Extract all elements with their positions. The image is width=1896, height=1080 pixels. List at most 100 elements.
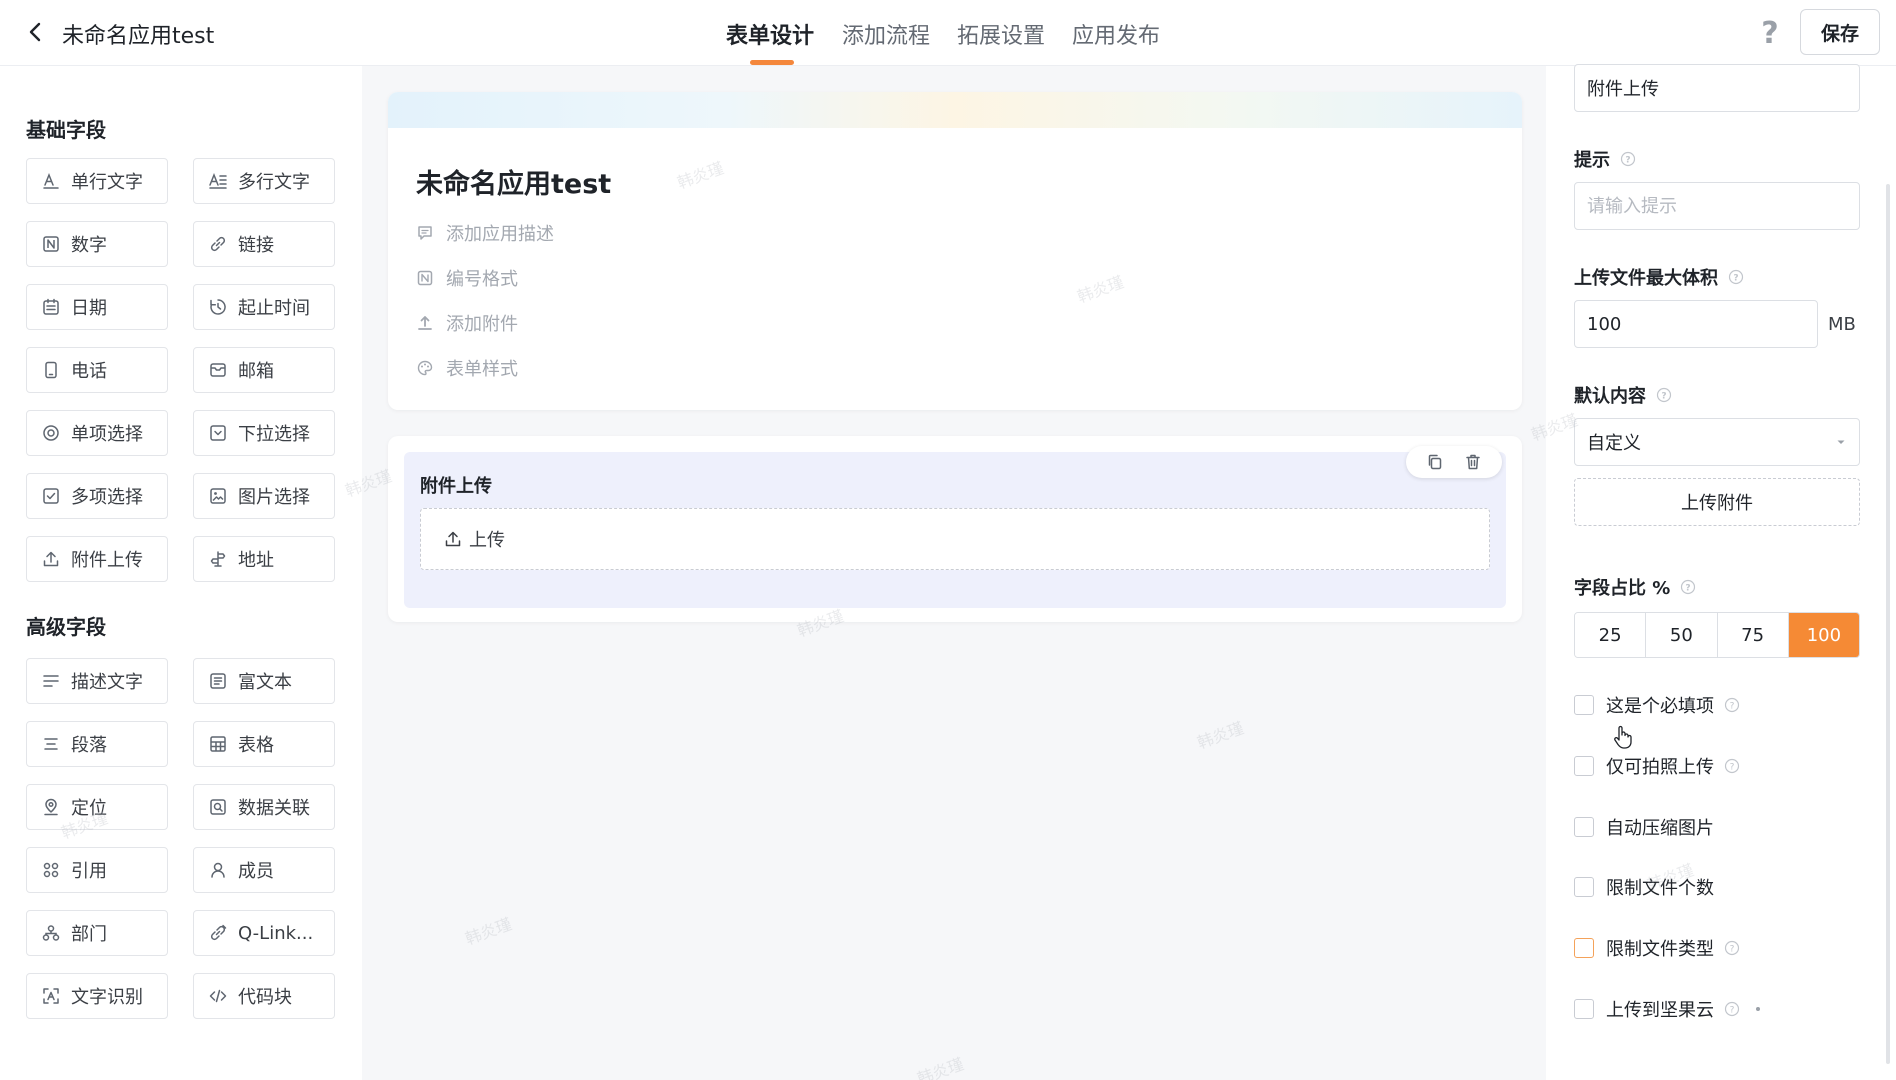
text-single-icon <box>41 171 61 191</box>
question-mark-icon[interactable]: ? <box>1724 1001 1740 1017</box>
field-dropdown-select[interactable]: 下拉选择 <box>193 410 335 456</box>
reference-icon <box>41 860 61 880</box>
field-department[interactable]: 部门 <box>26 910 168 956</box>
field-action-toolbar <box>1406 446 1502 478</box>
limit-file-type-checkbox[interactable]: 限制文件类型 ? <box>1574 935 1740 961</box>
tab-extension-settings[interactable]: 拓展设置 <box>957 18 1045 50</box>
radio-icon <box>41 423 61 443</box>
field-data-association[interactable]: 数据关联 <box>193 784 335 830</box>
copy-icon[interactable] <box>1425 452 1445 472</box>
field-code-block[interactable]: 代码块 <box>193 973 335 1019</box>
number-format[interactable]: 编号格式 <box>416 265 518 291</box>
ocr-icon <box>41 986 61 1006</box>
svg-text:?: ? <box>1730 945 1735 955</box>
caret-down-icon <box>1835 436 1847 448</box>
save-button[interactable]: 保存 <box>1800 9 1880 55</box>
field-image-select[interactable]: 图片选择 <box>193 473 335 519</box>
question-mark-icon[interactable]: ? <box>1724 758 1740 774</box>
add-app-description[interactable]: 添加应用描述 <box>416 220 554 246</box>
field-address[interactable]: 地址 <box>193 536 335 582</box>
add-attachment[interactable]: 添加附件 <box>416 310 518 336</box>
max-size-input[interactable] <box>1574 300 1818 348</box>
svg-text:?: ? <box>1661 392 1666 402</box>
back-arrow-icon[interactable] <box>22 18 50 46</box>
field-member[interactable]: 成员 <box>193 847 335 893</box>
comment-icon <box>416 224 434 242</box>
delete-icon[interactable] <box>1463 452 1483 472</box>
upload-to-nutstore-checkbox[interactable]: 上传到坚果云 ? <box>1574 996 1760 1022</box>
status-dot <box>1756 1007 1760 1011</box>
field-location[interactable]: 定位 <box>26 784 168 830</box>
auto-compress-checkbox[interactable]: 自动压缩图片 <box>1574 814 1714 840</box>
rich-text-icon <box>208 671 228 691</box>
code-icon <box>208 986 228 1006</box>
ratio-option-50[interactable]: 50 <box>1646 613 1718 657</box>
camera-only-checkbox[interactable]: 仅可拍照上传 ? <box>1574 753 1740 779</box>
hint-input[interactable] <box>1574 182 1860 230</box>
checkbox-box[interactable] <box>1574 756 1594 776</box>
question-mark-icon[interactable]: ? <box>1656 387 1672 403</box>
limit-file-count-checkbox[interactable]: 限制文件个数 <box>1574 874 1714 900</box>
field-multi-select[interactable]: 多项选择 <box>26 473 168 519</box>
tab-form-design[interactable]: 表单设计 <box>726 18 814 50</box>
checkbox-box[interactable] <box>1574 877 1594 897</box>
department-icon <box>41 923 61 943</box>
field-single-select[interactable]: 单项选择 <box>26 410 168 456</box>
question-mark-icon[interactable]: ? <box>1728 269 1744 285</box>
properties-panel: 提示 ? 上传文件最大体积 ? 默认内容 ? 自定义 上传附件 字段占比 % ?… <box>1546 64 1896 1080</box>
selected-field-attachment[interactable]: 附件上传 上传 <box>404 446 1506 608</box>
ratio-option-25[interactable]: 25 <box>1575 613 1647 657</box>
field-paragraph[interactable]: 段落 <box>26 721 168 767</box>
field-reference[interactable]: 引用 <box>26 847 168 893</box>
question-mark-icon[interactable]: ? <box>1724 697 1740 713</box>
question-mark-icon[interactable]: ? <box>1724 940 1740 956</box>
tab-add-workflow[interactable]: 添加流程 <box>842 18 930 50</box>
form-title[interactable]: 未命名应用test <box>416 162 611 201</box>
properties-scrollbar[interactable] <box>1886 184 1890 1064</box>
upload-attachment-button[interactable]: 上传附件 <box>1574 478 1860 526</box>
form-style[interactable]: 表单样式 <box>416 355 518 381</box>
upload-dropzone[interactable]: 上传 <box>420 508 1490 570</box>
time-range-icon <box>208 297 228 317</box>
question-mark-icon[interactable]: ? <box>1680 579 1696 595</box>
field-ratio-segmented: 25 50 75 100 <box>1574 612 1860 658</box>
hint-label: 提示 ? <box>1574 146 1636 172</box>
field-ratio-label: 字段占比 % ? <box>1574 574 1696 600</box>
checkbox-box[interactable] <box>1574 938 1594 958</box>
tab-app-publish[interactable]: 应用发布 <box>1072 18 1160 50</box>
ratio-option-100[interactable]: 100 <box>1788 613 1859 657</box>
field-table[interactable]: 表格 <box>193 721 335 767</box>
ratio-option-75[interactable]: 75 <box>1717 613 1789 657</box>
field-time-range[interactable]: 起止时间 <box>193 284 335 330</box>
field-number[interactable]: 数字 <box>26 221 168 267</box>
field-description-text[interactable]: 描述文字 <box>26 658 168 704</box>
required-checkbox[interactable]: 这是个必填项 ? <box>1574 692 1740 718</box>
svg-text:?: ? <box>1730 763 1735 773</box>
max-size-label: 上传文件最大体积 ? <box>1574 264 1744 290</box>
field-rich-text[interactable]: 富文本 <box>193 658 335 704</box>
field-title-input[interactable] <box>1574 64 1860 112</box>
mail-icon <box>208 360 228 380</box>
form-canvas: 未命名应用test 添加应用描述 编号格式 添加附件 表单样式 附件上传 上传 <box>362 66 1546 1080</box>
member-icon <box>208 860 228 880</box>
field-attachment-upload[interactable]: 附件上传 <box>26 536 168 582</box>
advanced-fields-title: 高级字段 <box>26 615 106 639</box>
field-email[interactable]: 邮箱 <box>193 347 335 393</box>
link-icon <box>208 234 228 254</box>
hand-cursor-icon <box>1612 724 1634 750</box>
field-phone[interactable]: 电话 <box>26 347 168 393</box>
field-single-line-text[interactable]: 单行文字 <box>26 158 168 204</box>
default-content-select[interactable]: 自定义 <box>1574 418 1860 466</box>
field-text-recognition[interactable]: 文字识别 <box>26 973 168 1019</box>
field-palette: 基础字段 单行文字 多行文字 数字 链接 日期 起止时间 电话 邮箱 单项选择 <box>0 66 362 1080</box>
question-mark-icon[interactable]: ? <box>1620 151 1636 167</box>
help-icon[interactable]: ? <box>1756 16 1784 48</box>
field-q-link[interactable]: Q-Link... <box>193 910 335 956</box>
field-multi-line-text[interactable]: 多行文字 <box>193 158 335 204</box>
checkbox-box[interactable] <box>1574 999 1594 1019</box>
field-date[interactable]: 日期 <box>26 284 168 330</box>
checkbox-box[interactable] <box>1574 695 1594 715</box>
upload-icon <box>443 529 463 549</box>
checkbox-box[interactable] <box>1574 817 1594 837</box>
field-link[interactable]: 链接 <box>193 221 335 267</box>
